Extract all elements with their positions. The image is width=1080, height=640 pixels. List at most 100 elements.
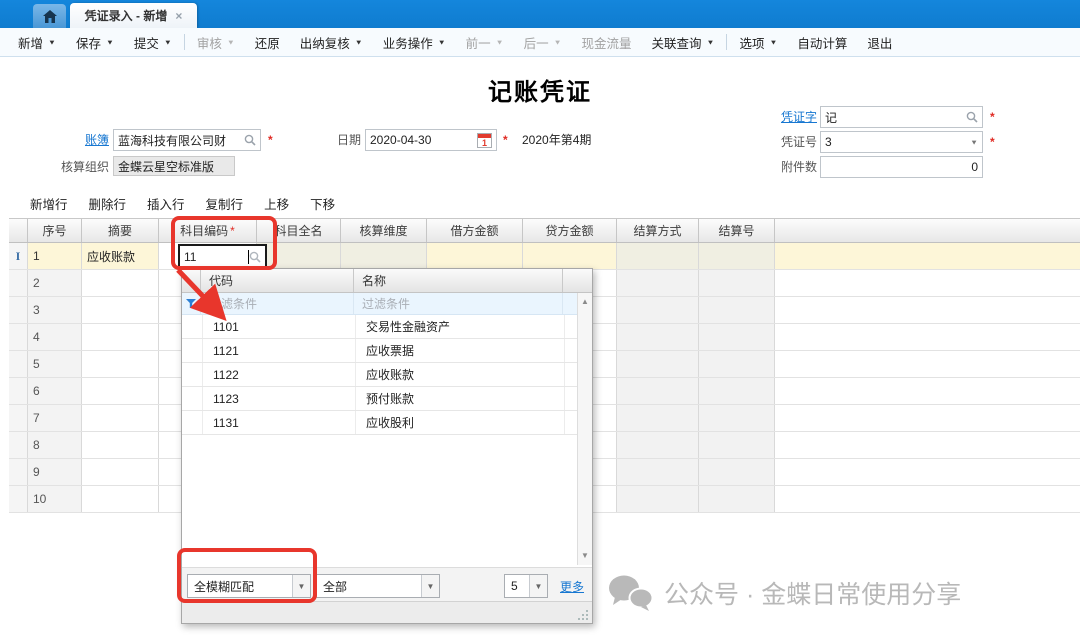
chevron-down-icon[interactable]: ▼ — [164, 38, 172, 46]
grid-cell[interactable]: 5 — [28, 351, 82, 377]
account-code-input[interactable]: 11 — [178, 244, 267, 269]
grid-header-摘要[interactable]: 摘要 — [82, 219, 159, 242]
chevron-down-icon[interactable]: ▼ — [438, 38, 446, 46]
lookup-row[interactable]: 1131应收股利 — [182, 411, 592, 435]
resize-grip-icon[interactable] — [578, 609, 589, 620]
magnifier-icon[interactable] — [249, 251, 261, 263]
toolbar-item[interactable]: 出纳复核▼ — [290, 28, 373, 56]
scope-select[interactable]: 全部 ▼ — [316, 574, 440, 598]
grid-cell[interactable] — [9, 459, 28, 485]
grid-header-科目全名[interactable]: 科目全名 — [257, 219, 341, 242]
grid-header-序号[interactable]: 序号 — [28, 219, 82, 242]
toolbar-item[interactable]: 自动计算 — [787, 28, 857, 56]
grid-cell[interactable] — [617, 459, 699, 485]
grid-cell[interactable] — [617, 405, 699, 431]
grid-cell[interactable] — [775, 405, 1080, 431]
caret-down-icon[interactable]: ▼ — [578, 549, 592, 563]
calendar-icon[interactable]: 1 — [477, 133, 492, 148]
grid-cell[interactable] — [699, 378, 775, 404]
grid-cell[interactable] — [775, 378, 1080, 404]
chevron-down-icon[interactable]: ▼ — [529, 575, 547, 597]
grid-cell[interactable] — [775, 459, 1080, 485]
toolbar-item[interactable]: 保存▼ — [66, 28, 124, 56]
chevron-down-icon[interactable]: ▼ — [554, 38, 562, 46]
grid-cell[interactable] — [82, 297, 159, 323]
grid-cell[interactable] — [699, 270, 775, 296]
grid-cell[interactable] — [617, 297, 699, 323]
grid-cell[interactable] — [775, 486, 1080, 512]
grid-cell[interactable] — [341, 243, 427, 269]
ledger-field[interactable]: 蓝海科技有限公司财 — [113, 129, 261, 151]
toolbar-item[interactable]: 审核▼ — [187, 28, 245, 56]
toolbar-item[interactable]: 提交▼ — [124, 28, 182, 56]
grid-cell[interactable] — [82, 270, 159, 296]
grid-cell[interactable] — [9, 405, 28, 431]
caret-up-icon[interactable]: ▲ — [578, 295, 592, 309]
toolbar-item[interactable]: 还原 — [245, 28, 290, 56]
magnifier-icon[interactable] — [966, 111, 978, 123]
grid-header-结算号[interactable]: 结算号 — [699, 219, 775, 242]
grid-header-结算方式[interactable]: 结算方式 — [617, 219, 699, 242]
attachment-field[interactable]: 0 — [820, 156, 983, 178]
lookup-row[interactable]: 1121应收票据 — [182, 339, 592, 363]
grid-cell[interactable]: 7 — [28, 405, 82, 431]
more-link[interactable]: 更多 — [560, 578, 584, 595]
grid-cell[interactable] — [9, 486, 28, 512]
lookup-header-name[interactable]: 名称 — [354, 269, 563, 292]
grid-cell[interactable] — [523, 243, 617, 269]
grid-cell[interactable] — [82, 405, 159, 431]
grid-cell[interactable]: 2 — [28, 270, 82, 296]
chevron-down-icon[interactable]: ▼ — [707, 38, 715, 46]
grid-cell[interactable] — [775, 432, 1080, 458]
grid-cell[interactable]: 6 — [28, 378, 82, 404]
grid-cell[interactable] — [82, 486, 159, 512]
chevron-down-icon[interactable]: ▼ — [292, 575, 310, 597]
grid-cell[interactable] — [9, 270, 28, 296]
grid-cell[interactable] — [617, 243, 699, 269]
grid-cell[interactable]: 9 — [28, 459, 82, 485]
chevron-down-icon[interactable]: ▼ — [769, 38, 777, 46]
grid-cell[interactable] — [9, 351, 28, 377]
lookup-scrollbar[interactable]: ▲ ▼ — [577, 293, 592, 565]
grid-cell[interactable] — [775, 297, 1080, 323]
tab-home[interactable] — [33, 4, 66, 28]
grid-cell[interactable] — [617, 432, 699, 458]
grid-cell[interactable]: 3 — [28, 297, 82, 323]
lookup-row[interactable]: 1122应收账款 — [182, 363, 592, 387]
toolbar-item[interactable]: 现金流量 — [572, 28, 642, 56]
chevron-down-icon[interactable]: ▼ — [421, 575, 439, 597]
row-action-删除行[interactable]: 删除行 — [89, 194, 127, 213]
lookup-row[interactable]: 1123预付账款 — [182, 387, 592, 411]
grid-cell[interactable] — [699, 432, 775, 458]
row-action-上移[interactable]: 上移 — [264, 194, 289, 213]
grid-cell[interactable] — [699, 405, 775, 431]
grid-cell[interactable] — [427, 243, 523, 269]
grid-cell[interactable] — [82, 459, 159, 485]
chevron-down-icon[interactable]: ▼ — [355, 38, 363, 46]
grid-row[interactable]: I1应收账款 — [9, 243, 1080, 270]
chevron-down-icon[interactable]: ▼ — [227, 38, 235, 46]
funnel-icon[interactable] — [182, 293, 201, 314]
grid-cell[interactable]: 应收账款 — [82, 243, 159, 269]
lookup-filter-code-input[interactable]: 过滤条件 — [201, 293, 354, 314]
grid-cell[interactable] — [9, 297, 28, 323]
grid-cell[interactable] — [82, 324, 159, 350]
grid-cell[interactable] — [82, 378, 159, 404]
grid-cell[interactable] — [82, 432, 159, 458]
chevron-down-icon[interactable]: ▼ — [106, 38, 114, 46]
toolbar-item[interactable]: 关联查询▼ — [642, 28, 725, 56]
grid-cell[interactable] — [617, 378, 699, 404]
grid-cell[interactable] — [617, 270, 699, 296]
page-size-select[interactable]: 5 ▼ — [504, 574, 548, 598]
grid-cell[interactable] — [617, 324, 699, 350]
date-field[interactable]: 2020-04-30 1 — [365, 129, 497, 151]
toolbar-item[interactable]: 后一▼ — [514, 28, 572, 56]
grid-cell[interactable] — [775, 243, 1080, 269]
voucher-no-field[interactable]: 3 ▼ — [820, 131, 983, 153]
voucher-word-label-link[interactable]: 凭证字 — [775, 106, 817, 128]
row-action-插入行[interactable]: 插入行 — [147, 194, 185, 213]
toolbar-item[interactable]: 业务操作▼ — [373, 28, 456, 56]
close-icon[interactable]: × — [175, 9, 182, 23]
chevron-down-icon[interactable]: ▼ — [496, 38, 504, 46]
chevron-down-icon[interactable]: ▼ — [48, 38, 56, 46]
